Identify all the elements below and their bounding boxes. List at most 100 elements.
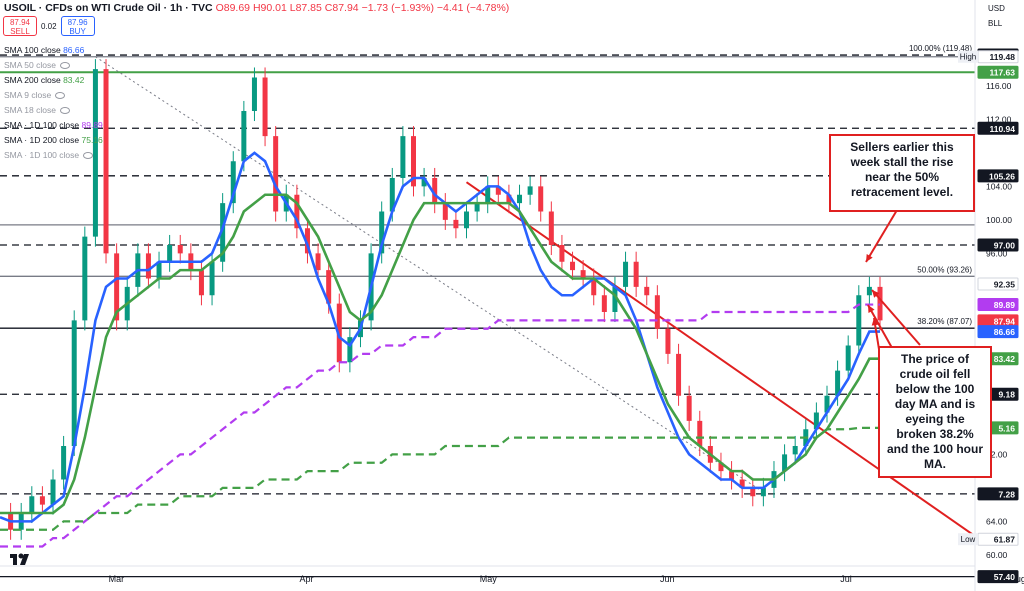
- price-candle-body: [538, 186, 544, 212]
- price-candle-body: [262, 77, 268, 137]
- annotation-price-fell: The price of crude oil fell below the 10…: [878, 346, 992, 478]
- price-tag-6: 92.35: [994, 279, 1016, 289]
- price-candle-body: [400, 136, 406, 178]
- x-tick-label-3: Jun: [660, 574, 675, 584]
- price-candle-body: [697, 420, 703, 446]
- price-tag-3: 110.94: [989, 124, 1015, 134]
- price-chart[interactable]: 100.00% (119.48)50.00% (93.26)38.20% (87…: [0, 0, 1024, 591]
- y-tick-label-4: 100.00: [986, 215, 1012, 225]
- price-tag-5: 97.00: [994, 241, 1016, 251]
- x-tick-label-4: Jul: [840, 574, 852, 584]
- buy-button[interactable]: 87.96 BUY: [60, 16, 95, 36]
- price-tag-12: 5.16: [998, 423, 1015, 433]
- hidden-eye-icon[interactable]: [83, 152, 94, 160]
- price-tag-2: 117.63: [989, 68, 1015, 78]
- hidden-eye-icon[interactable]: [59, 62, 70, 70]
- price-tag-8: 87.94: [994, 316, 1016, 326]
- indicator-sma-50[interactable]: SMA 50 close: [4, 60, 70, 70]
- series-line-1: [0, 193, 880, 515]
- series-line-0: [0, 151, 880, 523]
- price-candle-body: [856, 295, 862, 346]
- y-tick-label-1: 64.00: [986, 516, 1008, 526]
- price-candle-body: [517, 194, 523, 204]
- price-candle-body: [665, 328, 671, 354]
- price-candle-body: [559, 245, 565, 262]
- y-tick-label-7: 116.00: [986, 81, 1012, 91]
- x-tick-label-1: Apr: [299, 574, 313, 584]
- price-candle-body: [71, 320, 77, 446]
- ohlc-close: C87.94: [324, 2, 359, 14]
- hidden-eye-icon[interactable]: [55, 92, 66, 100]
- ohlc-change-2: −4.41 (−4.78%): [436, 2, 510, 14]
- spread-value: 0.02: [41, 21, 57, 31]
- ohlc-low: L87.85: [289, 2, 322, 14]
- y-tick-label-5: 104.00: [986, 181, 1012, 191]
- price-candle-body: [29, 496, 35, 513]
- price-candle-body: [601, 295, 607, 312]
- x-tick-label-2: May: [480, 574, 498, 584]
- indicator-sma-9[interactable]: SMA 9 close: [4, 90, 66, 100]
- indicator-sma-1d-100[interactable]: SMA · 1D 100 close 89.89: [4, 120, 103, 130]
- price-candle-body: [177, 245, 183, 254]
- price-candle-body: [792, 446, 798, 455]
- indicator-sma-1d-200[interactable]: SMA · 1D 200 close 75.16: [4, 135, 103, 145]
- price-candle-body: [92, 69, 98, 237]
- price-candle-body: [209, 261, 215, 296]
- price-candle-body: [464, 211, 470, 229]
- trade-buttons: 87.94 SELL 0.02 87.96 BUY: [3, 16, 95, 36]
- currency-label[interactable]: USD: [988, 4, 1005, 13]
- hidden-eye-icon[interactable]: [59, 107, 70, 115]
- price-candle-body: [633, 261, 639, 287]
- logo-stem: [13, 554, 17, 565]
- high-label: High: [960, 53, 976, 62]
- ohlc-high: H90.01: [252, 2, 287, 14]
- price-candle-body: [61, 446, 67, 480]
- series-line-3: [0, 426, 880, 531]
- annotation-sellers: Sellers earlier this week stall the rise…: [829, 134, 975, 212]
- indicator-sma-100[interactable]: SMA 100 close 86.66: [4, 45, 84, 55]
- indicator-sma-18[interactable]: SMA 18 close: [4, 105, 70, 115]
- price-candle-body: [50, 479, 56, 505]
- price-candle-body: [654, 295, 660, 329]
- price-candle-body: [676, 353, 682, 396]
- tradingview-logo: [10, 553, 29, 565]
- price-candle-body: [273, 136, 279, 212]
- price-tag-14: 61.87: [994, 535, 1016, 545]
- price-tag-1: 119.48: [989, 52, 1015, 62]
- price-candle-body: [103, 69, 109, 254]
- indicator-sma-1d-100-b[interactable]: SMA · 1D 100 close: [4, 150, 94, 160]
- fib-label-382: 38.20% (87.07): [917, 317, 972, 326]
- price-candle-body: [570, 261, 576, 271]
- price-candle-body: [167, 245, 173, 262]
- price-candle-body: [644, 286, 650, 296]
- price-candle-body: [145, 253, 151, 279]
- series-line-2: [0, 303, 880, 548]
- scale-mode-label[interactable]: BLL: [988, 19, 1002, 28]
- price-candle-body: [527, 186, 533, 195]
- price-tag-15: 57.40: [994, 572, 1016, 582]
- chart-header: USOIL · CFDs on WTI Crude Oil · 1h · TVC…: [4, 2, 509, 14]
- low-label: Low: [961, 535, 976, 544]
- y-tick-label-0: 60.00: [986, 550, 1008, 560]
- price-candle-body: [866, 286, 872, 296]
- symbol-title[interactable]: USOIL · CFDs on WTI Crude Oil · 1h · TVC: [4, 2, 213, 14]
- price-candle-body: [198, 270, 204, 296]
- trendline-0: [95, 56, 764, 493]
- price-candle-body: [686, 395, 692, 421]
- price-candle-body: [845, 345, 851, 371]
- price-candle-body: [251, 77, 257, 111]
- price-tag-7: 89.89: [994, 300, 1016, 310]
- price-tag-10: 83.42: [994, 354, 1016, 364]
- price-tag-9: 86.66: [994, 327, 1016, 337]
- indicator-sma-200[interactable]: SMA 200 close 83.42: [4, 75, 84, 85]
- sell-button[interactable]: 87.94 SELL: [3, 16, 37, 36]
- annotation-arrow-0: [865, 204, 901, 263]
- fib-label-50: 50.00% (93.26): [917, 265, 972, 274]
- price-candle-body: [241, 111, 247, 162]
- x-tick-label-0: Mar: [109, 574, 125, 584]
- ohlc-change: −1.73 (−1.93%): [361, 2, 434, 14]
- price-tag-4: 105.26: [989, 171, 1015, 181]
- price-candle-body: [623, 261, 629, 287]
- price-candle-body: [315, 253, 321, 271]
- price-tag-11: 9.18: [998, 390, 1015, 400]
